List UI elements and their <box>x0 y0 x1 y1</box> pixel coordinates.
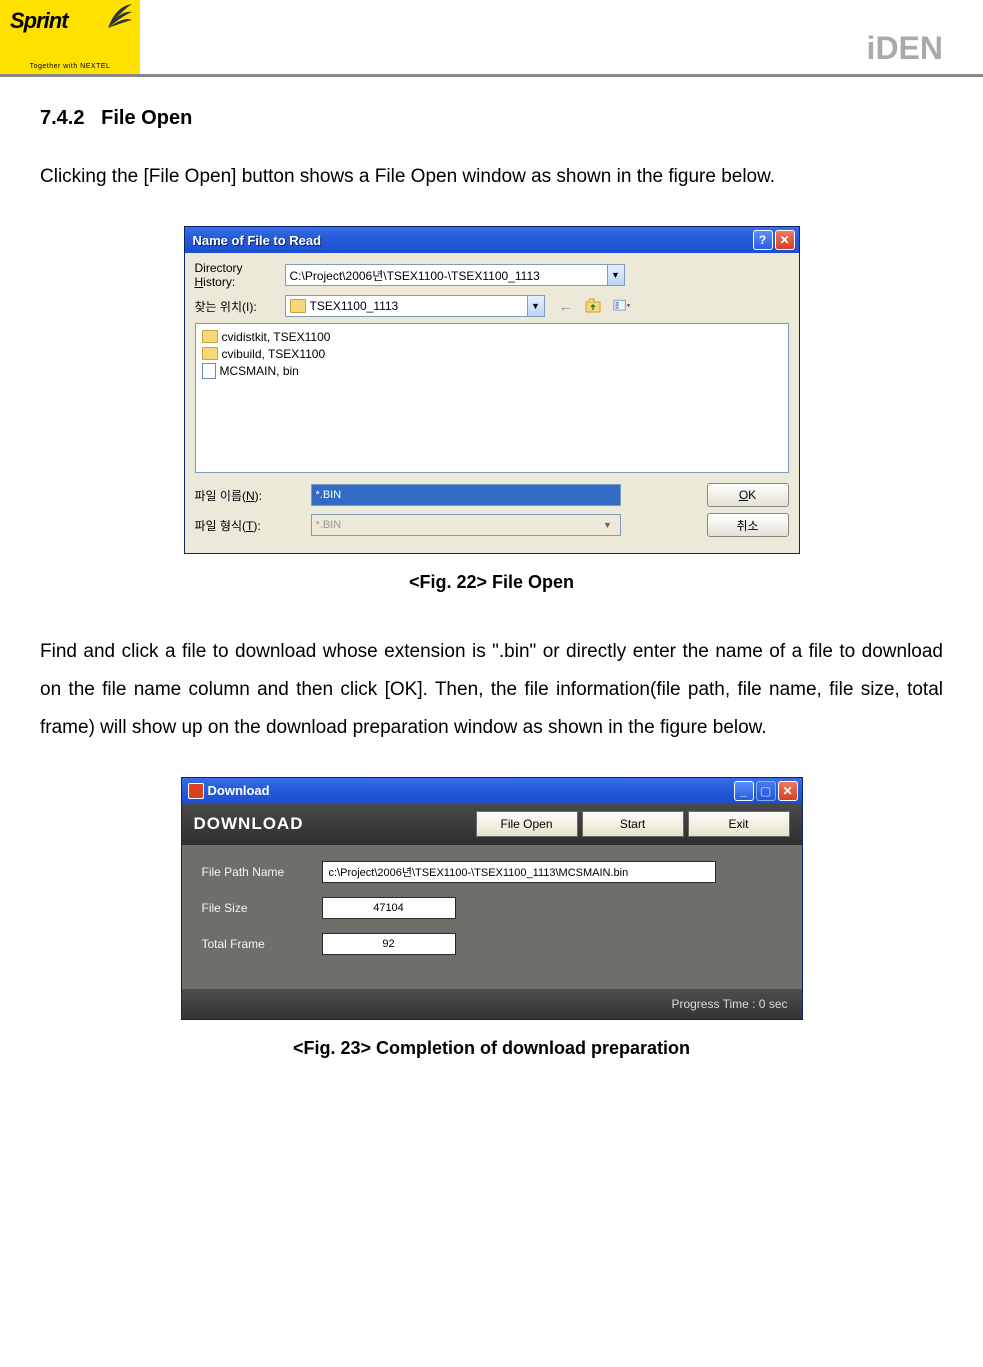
maximize-button: ▢ <box>756 781 776 801</box>
exit-button[interactable]: Exit <box>688 811 790 837</box>
chevron-down-icon[interactable]: ▼ <box>607 265 624 285</box>
filetype-combo[interactable]: *.BIN▼ <box>311 514 621 536</box>
list-item[interactable]: cvidistkit, TSEX1100 <box>202 328 782 345</box>
lookin-value: TSEX1100_1113 <box>310 299 399 313</box>
fig22-caption: <Fig. 22> File Open <box>40 572 943 593</box>
directory-history-value: C:\Project\2006년\TSEX1100-\TSEX1100_1113 <box>290 267 540 284</box>
file-list[interactable]: cvidistkit, TSEX1100 cvibuild, TSEX1100 … <box>195 323 789 473</box>
sprint-fan-icon <box>106 2 134 30</box>
lookin-label: 찾는 위치(I): <box>195 298 285 315</box>
chevron-down-icon: ▼ <box>600 520 616 530</box>
filename-input[interactable]: *.BIN <box>311 484 621 506</box>
folder-icon <box>202 347 218 360</box>
download-title: Download <box>208 783 270 798</box>
file-open-title: Name of File to Read <box>193 233 322 248</box>
filename-label: 파일 이름(N): <box>195 487 305 504</box>
help-button[interactable]: ? <box>753 230 773 250</box>
list-item[interactable]: cvibuild, TSEX1100 <box>202 345 782 362</box>
section-number: 7.4.2 <box>40 107 84 129</box>
fig23-caption: <Fig. 23> Completion of download prepara… <box>40 1038 943 1059</box>
close-button[interactable]: ✕ <box>775 230 795 250</box>
directory-history-label: DirectoryHistory: <box>195 261 285 289</box>
filetype-label: 파일 형식(T): <box>195 517 305 534</box>
start-button[interactable]: Start <box>582 811 684 837</box>
progress-status: Progress Time : 0 sec <box>182 989 802 1019</box>
sprint-logo-text: Sprint <box>10 8 68 34</box>
app-icon <box>188 783 204 799</box>
lookin-combo[interactable]: TSEX1100_1113 ▼ <box>285 295 545 317</box>
back-icon[interactable]: ← <box>557 297 575 315</box>
chevron-down-icon[interactable]: ▼ <box>527 296 544 316</box>
download-toolbar: DOWNLOAD File Open Start Exit <box>182 803 802 845</box>
total-frame-value: 92 <box>322 933 456 955</box>
download-titlebar: Download _ ▢ ✕ <box>182 778 802 803</box>
file-open-dialog: Name of File to Read ? ✕ DirectoryHistor… <box>184 226 800 554</box>
up-folder-icon[interactable] <box>585 297 603 315</box>
paragraph-2: Find and click a file to download whose … <box>40 633 943 747</box>
section-title: File Open <box>101 107 192 129</box>
iden-label: iDEN <box>867 30 943 67</box>
cancel-button[interactable]: 취소 <box>707 513 789 537</box>
list-item[interactable]: MCSMAIN, bin <box>202 362 782 379</box>
file-size-value: 47104 <box>322 897 456 919</box>
download-body: File Path Name c:\Project\2006년\TSEX1100… <box>182 845 802 989</box>
ok-button[interactable]: OK <box>707 483 789 507</box>
close-button[interactable]: ✕ <box>778 781 798 801</box>
file-path-label: File Path Name <box>202 865 322 879</box>
page-header: Sprint Together with NEXTEL iDEN <box>0 0 983 77</box>
folder-icon <box>290 299 306 313</box>
file-size-label: File Size <box>202 901 322 915</box>
file-path-value: c:\Project\2006년\TSEX1100-\TSEX1100_1113… <box>322 861 716 883</box>
sprint-tagline: Together with NEXTEL <box>0 63 140 70</box>
download-heading: DOWNLOAD <box>194 814 304 834</box>
download-window: Download _ ▢ ✕ DOWNLOAD File Open Start … <box>181 777 803 1020</box>
section-heading: 7.4.2 File Open <box>40 107 943 130</box>
intro-paragraph: Clicking the [File Open] button shows a … <box>40 158 943 196</box>
sprint-logo: Sprint Together with NEXTEL <box>0 0 140 74</box>
view-menu-icon[interactable] <box>613 297 631 315</box>
directory-history-combo[interactable]: C:\Project\2006년\TSEX1100-\TSEX1100_1113… <box>285 264 625 286</box>
file-open-titlebar: Name of File to Read ? ✕ <box>185 227 799 253</box>
total-frame-label: Total Frame <box>202 937 322 951</box>
file-icon <box>202 363 216 379</box>
folder-icon <box>202 330 218 343</box>
minimize-button[interactable]: _ <box>734 781 754 801</box>
file-open-button[interactable]: File Open <box>476 811 578 837</box>
